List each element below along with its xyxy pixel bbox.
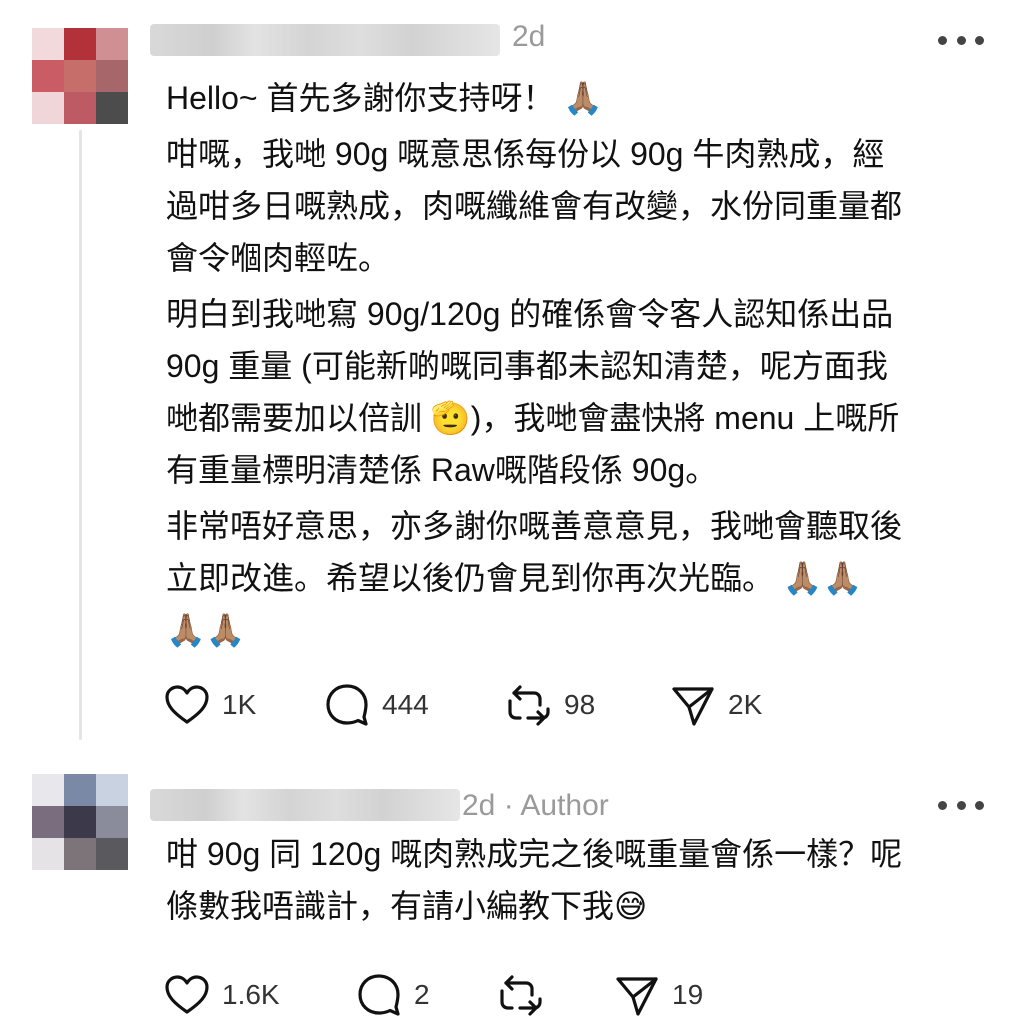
action-bar: 1.6K 2 19 bbox=[164, 973, 703, 1017]
text-line: 咁 90g 同 120g 嘅肉熟成完之後嘅重量會係一樣？呢 bbox=[166, 836, 903, 872]
send-icon bbox=[672, 687, 714, 726]
like-button[interactable]: 1.6K bbox=[164, 973, 356, 1017]
text-line: 條數我唔識計，有請小編教下我😅 bbox=[166, 888, 648, 924]
comment-bubble-icon bbox=[358, 974, 400, 1016]
paragraph: 咁嘅，我哋 90g 嘅意思係每份以 90g 牛肉熟成，經 過咁多日嘅熟成，肉嘅纖… bbox=[166, 128, 986, 284]
text-line: 過咁多日嘅熟成，肉嘅纖維會有改變，水份同重量都 bbox=[166, 188, 903, 224]
post-text: Hello~ 首先多謝你支持呀！ 🙏🏽 咁嘅，我哋 90g 嘅意思係每份以 90… bbox=[166, 72, 986, 660]
reply-post: 2d · Author 咁 90g 同 120g 嘅肉熟成完之後嘅重量會係一樣？… bbox=[0, 745, 1024, 1036]
repost-icon bbox=[508, 685, 550, 726]
like-count: 1K bbox=[222, 689, 257, 720]
text-line: 🙏🏽🙏🏽 bbox=[166, 612, 246, 648]
share-button[interactable]: 19 bbox=[614, 973, 703, 1017]
share-count: 2K bbox=[728, 689, 763, 720]
text-line: 咁嘅，我哋 90g 嘅意思係每份以 90g 牛肉熟成，經 bbox=[166, 136, 885, 172]
paragraph: 明白到我哋寫 90g/120g 的確係會令客人認知係出品 90g 重量 (可能新… bbox=[166, 288, 986, 496]
text-line: 會令嗰肉輕咗。 bbox=[166, 240, 391, 276]
text-line: 哋都需要加以倍訓 🫡)，我哋會盡快將 menu 上嘅所 bbox=[166, 400, 900, 436]
repost-button[interactable] bbox=[498, 973, 614, 1017]
action-bar: 1K 444 98 2K bbox=[164, 683, 762, 727]
share-count: 19 bbox=[672, 979, 704, 1010]
share-button[interactable]: 2K bbox=[670, 683, 762, 727]
text-line: 非常唔好意思，亦多謝你嘅善意意見，我哋會聽取後 bbox=[166, 508, 903, 544]
text-line: Hello~ 首先多謝你支持呀！ 🙏🏽 bbox=[166, 80, 604, 116]
username-redacted[interactable] bbox=[150, 789, 460, 821]
post-meta: 2d · Author bbox=[462, 789, 609, 822]
reply-count: 2 bbox=[414, 979, 430, 1010]
more-horizontal-icon[interactable] bbox=[938, 799, 984, 811]
repost-icon bbox=[500, 975, 542, 1016]
reply-post: 2d Hello~ 首先多謝你支持呀！ 🙏🏽 咁嘅，我哋 90g 嘅意思係每份以… bbox=[0, 0, 1024, 745]
like-count: 1.6K bbox=[222, 979, 280, 1010]
paragraph: 非常唔好意思，亦多謝你嘅善意意見，我哋會聽取後 立即改進。希望以後仍會見到你再次… bbox=[166, 500, 986, 656]
reply-count: 444 bbox=[382, 689, 429, 720]
like-button[interactable]: 1K bbox=[164, 683, 324, 727]
paragraph: Hello~ 首先多謝你支持呀！ 🙏🏽 bbox=[166, 72, 986, 124]
post-text: 咁 90g 同 120g 嘅肉熟成完之後嘅重量會係一樣？呢 條數我唔識計，有請小… bbox=[166, 828, 986, 936]
thread-line bbox=[79, 130, 82, 740]
heart-icon bbox=[165, 975, 209, 1014]
paragraph: 咁 90g 同 120g 嘅肉熟成完之後嘅重量會係一樣？呢 條數我唔識計，有請小… bbox=[166, 828, 986, 932]
text-line: 90g 重量 (可能新啲嘅同事都未認知清楚，呢方面我 bbox=[166, 348, 888, 384]
repost-button[interactable]: 98 bbox=[506, 683, 670, 727]
reply-button[interactable]: 2 bbox=[356, 973, 498, 1017]
send-icon bbox=[616, 977, 658, 1016]
heart-icon bbox=[165, 685, 209, 724]
text-line: 立即改進。希望以後仍會見到你再次光臨。 🙏🏽🙏🏽 bbox=[166, 560, 863, 596]
reply-button[interactable]: 444 bbox=[324, 683, 506, 727]
username-redacted[interactable] bbox=[150, 24, 500, 56]
repost-count: 98 bbox=[564, 689, 596, 720]
text-line: 有重量標明清楚係 Raw嘅階段係 90g。 bbox=[166, 452, 718, 488]
comment-bubble-icon bbox=[326, 684, 368, 726]
avatar[interactable] bbox=[32, 774, 128, 870]
post-timestamp: 2d bbox=[512, 20, 546, 53]
text-line: 明白到我哋寫 90g/120g 的確係會令客人認知係出品 bbox=[166, 296, 894, 332]
avatar[interactable] bbox=[32, 28, 128, 124]
more-horizontal-icon[interactable] bbox=[938, 34, 984, 46]
